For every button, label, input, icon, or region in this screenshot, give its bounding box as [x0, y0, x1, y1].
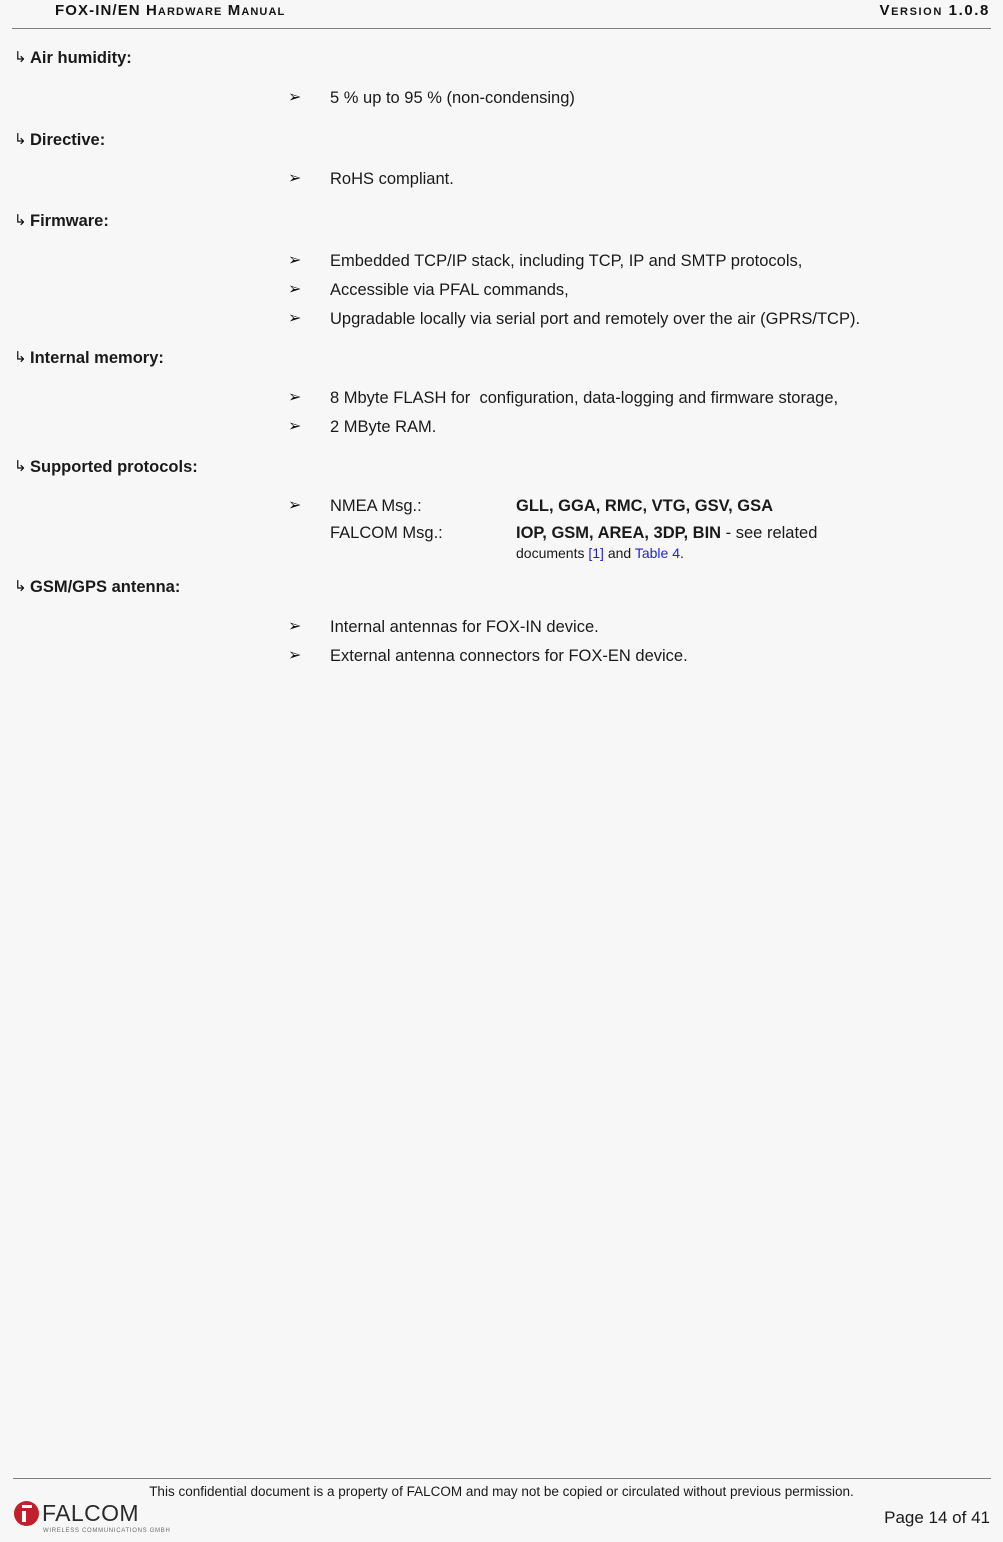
protocol-value: GLL, GGA, RMC, VTG, GSV, GSA	[516, 497, 773, 516]
list-item: ➢ Upgradable locally via serial port and…	[0, 309, 1003, 330]
level2-bullet-icon: ➢	[288, 88, 302, 106]
falcom-logo-wordmark: FALCOM	[42, 1500, 139, 1526]
level2-bullet-icon: ➢	[288, 617, 302, 635]
protocol-value: IOP, GSM, AREA, 3DP, BIN	[516, 523, 722, 542]
list-item-text: 2 MByte RAM.	[330, 417, 437, 436]
level1-bullet-icon: ↳	[14, 130, 27, 148]
level2-bullet-icon: ➢	[288, 388, 302, 406]
section-heading-gsm-gps-antenna: ↳ GSM/GPS antenna:	[0, 579, 1003, 596]
list-item: ➢ 8 Mbyte FLASH for configuration, data-…	[0, 388, 1003, 409]
protocol-value-line1: IOP, GSM, AREA, 3DP, BIN - see related	[516, 523, 946, 544]
reference-link-1[interactable]: [1]	[588, 545, 604, 561]
list-item: ➢ Accessible via PFAL commands,	[0, 280, 1003, 301]
header-version: Version 1.0.8	[879, 2, 990, 19]
falcom-logo-subtitle: WIRELESS COMMUNICATIONS GMBH	[43, 1528, 171, 1534]
falcom-emblem-icon	[14, 1501, 39, 1526]
reference-link-table4[interactable]: Table 4	[635, 545, 680, 561]
level2-bullet-icon: ➢	[288, 497, 302, 515]
level1-bullet-icon: ↳	[14, 457, 27, 475]
list-item-text: Internal antennas for FOX-IN device.	[330, 617, 599, 636]
list-item: ➢ 2 MByte RAM.	[0, 417, 1003, 438]
footer-divider	[13, 1478, 991, 1479]
list-item-text: 5 % up to 95 % (non-condensing)	[330, 88, 575, 107]
section-heading-air-humidity: ↳ Air humidity:	[0, 50, 1003, 67]
page-header: FOX-IN/EN Hardware Manual Version 1.0.8	[0, 0, 1003, 30]
protocol-label: FALCOM Msg.:	[330, 523, 443, 542]
document-body: ↳ Air humidity: ➢ 5 % up to 95 % (non-co…	[0, 30, 1003, 667]
header-divider	[12, 28, 991, 29]
note-prefix: documents	[516, 545, 589, 562]
list-item-text: External antenna connectors for FOX-EN d…	[330, 646, 688, 665]
list-item: ➢ Embedded TCP/IP stack, including TCP, …	[0, 251, 1003, 272]
protocol-value-suffix: - see related	[721, 523, 818, 542]
level1-bullet-icon: ↳	[14, 578, 27, 596]
level2-bullet-icon: ➢	[288, 646, 302, 664]
confidentiality-note: This confidential document is a property…	[149, 1484, 854, 1499]
protocol-row-nmea: ➢ NMEA Msg.: GLL, GGA, RMC, VTG, GSV, GS…	[0, 496, 1003, 517]
level2-bullet-icon: ➢	[288, 309, 302, 327]
level2-bullet-icon: ➢	[288, 170, 302, 188]
section-heading-directive: ↳ Directive:	[0, 132, 1003, 149]
list-item: ➢ RoHS compliant.	[0, 169, 1003, 190]
level2-bullet-icon: ➢	[288, 251, 302, 269]
protocol-label: NMEA Msg.:	[330, 497, 422, 516]
note-suffix: .	[680, 545, 684, 562]
list-item-text: RoHS compliant.	[330, 170, 454, 189]
list-item-text: 8 Mbyte FLASH for configuration, data-lo…	[330, 388, 839, 407]
list-item: ➢ 5 % up to 95 % (non-condensing)	[0, 88, 1003, 109]
level2-bullet-icon: ➢	[288, 417, 302, 435]
list-item-text: Upgradable locally via serial port and r…	[330, 309, 861, 328]
page-number: Page 14 of 41	[884, 1508, 990, 1527]
section-heading-supported-protocols: ↳ Supported protocols:	[0, 459, 1003, 476]
section-heading-internal-memory: ↳ Internal memory:	[0, 350, 1003, 367]
level1-bullet-icon: ↳	[14, 212, 27, 230]
falcom-logo: FALCOM WIRELESS COMMUNICATIONS GMBH	[14, 1500, 192, 1540]
list-item-text: Embedded TCP/IP stack, including TCP, IP…	[330, 251, 803, 270]
protocol-row-falcom: FALCOM Msg.: IOP, GSM, AREA, 3DP, BIN - …	[0, 523, 1003, 563]
list-item-text: Accessible via PFAL commands,	[330, 280, 569, 299]
level1-bullet-icon: ↳	[14, 349, 27, 367]
protocol-reference-note: documents [1] and Table 4.	[516, 544, 946, 562]
section-heading-firmware: ↳ Firmware:	[0, 213, 1003, 230]
header-document-title: FOX-IN/EN Hardware Manual	[55, 2, 286, 19]
list-item: ➢ External antenna connectors for FOX-EN…	[0, 646, 1003, 667]
level2-bullet-icon: ➢	[288, 280, 302, 298]
list-item: ➢ Internal antennas for FOX-IN device.	[0, 617, 1003, 638]
page-footer: This confidential document is a property…	[0, 1456, 1003, 1542]
note-middle: and	[603, 545, 635, 562]
level1-bullet-icon: ↳	[14, 49, 27, 66]
